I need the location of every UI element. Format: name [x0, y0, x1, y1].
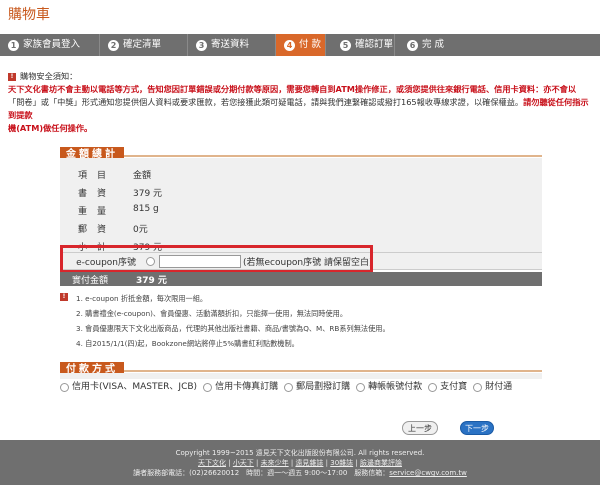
- amount-row: 書資 379 元: [78, 186, 233, 199]
- payment-option-postal[interactable]: 郵局劃撥訂購: [284, 380, 350, 395]
- footer-link[interactable]: 未來少年: [261, 459, 289, 467]
- amount-header-row: 項目 金額: [78, 168, 233, 181]
- note-item: 2. 購書禮金(e-coupon)、會員優惠、活動滿額折扣，只能擇一使用，無法同…: [76, 309, 348, 318]
- footer-copyright: Copyright 1999~2015 遠見天下文化出版股份有限公司. All …: [175, 449, 425, 457]
- warning-icon: !: [60, 293, 68, 301]
- footer-links: 天下文化 | 小天下 | 未來少年 | 遠見雜誌 | 30雜誌 | 臉邊商業評論: [198, 459, 402, 467]
- radio-button[interactable]: [356, 383, 366, 392]
- payment-option-label: 財付通: [485, 382, 513, 392]
- ecoupon-highlight-box: [60, 245, 373, 273]
- radio-button[interactable]: [284, 383, 294, 392]
- paid-value: 379 元: [136, 275, 167, 286]
- coupon-notes: ! 1. e-coupon 折抵金額，每次限用一組。 2. 購書禮金(e-cou…: [60, 291, 542, 351]
- payment-header-bg: [60, 373, 542, 379]
- warning-icon: !: [8, 72, 16, 81]
- amount-key: 郵資: [78, 225, 117, 235]
- step-complete: 6 完 成: [395, 34, 600, 56]
- payment-option-label: 轉帳帳號付款: [368, 382, 423, 392]
- step-label: 完 成: [422, 39, 445, 50]
- paid-label: 實付金額: [72, 275, 109, 286]
- payment-option-label: 信用卡傳真訂購: [215, 382, 279, 392]
- payment-option-credit-card[interactable]: 信用卡(VISA、MASTER、JCB): [60, 380, 197, 395]
- radio-button[interactable]: [473, 383, 483, 392]
- radio-button[interactable]: [203, 383, 213, 392]
- payment-option-tenpay[interactable]: 財付通: [473, 380, 512, 395]
- note-item: 3. 會員優惠限天下文化出版商品，代理的其他出版社書籍、商品/書號為Q、M、RB…: [76, 324, 390, 333]
- footer-link[interactable]: 小天下: [233, 459, 254, 467]
- step-number: 3: [196, 39, 207, 51]
- footer-link[interactable]: 遠見雜誌: [295, 459, 323, 467]
- payment-option-label: 郵局劃撥訂購: [296, 382, 351, 392]
- footer-email-link[interactable]: service@cwgv.com.tw: [389, 469, 467, 477]
- notice-warning-text-4: 機(ATM)做任何操作。: [8, 123, 93, 133]
- step-label: 寄送資料: [211, 39, 250, 50]
- amount-value: 0元: [133, 225, 148, 235]
- column-header-item: 項目: [78, 171, 117, 181]
- step-number: 5: [340, 39, 351, 51]
- step-number: 1: [8, 39, 19, 51]
- footer: Copyright 1999~2015 遠見天下文化出版股份有限公司. All …: [0, 440, 600, 485]
- step-label: 確認訂單: [355, 39, 394, 50]
- section-divider: [60, 370, 542, 372]
- step-number: 4: [284, 39, 295, 51]
- notice-warning-text-2: ，或須您提供往來銀行電話、信用卡資料：亦不會以: [387, 84, 577, 94]
- amount-value: 815 g: [133, 204, 159, 214]
- step-confirm-list: 2 確定清單: [100, 34, 188, 56]
- payment-options: 信用卡(VISA、MASTER、JCB) 信用卡傳真訂購 郵局劃撥訂購 轉帳帳號…: [60, 380, 542, 395]
- footer-service-text: 讀者服務部電話：(02)26620012 時間：週一～週五 9:00～17:00…: [133, 469, 390, 477]
- radio-button[interactable]: [60, 383, 69, 392]
- payment-option-fax[interactable]: 信用卡傳真訂購: [203, 380, 278, 395]
- note-item: 4. 自2015/1/1(四)起，Bookzone網站將停止5%購書紅利點數機制…: [76, 339, 299, 348]
- next-step-button[interactable]: 下一步: [460, 421, 494, 435]
- step-label: 家族會員登入: [23, 39, 81, 50]
- payment-option-transfer[interactable]: 轉帳帳號付款: [356, 380, 422, 395]
- note-item: 1. e-coupon 折抵金額，每次限用一組。: [76, 294, 208, 303]
- radio-button[interactable]: [428, 383, 438, 392]
- amount-value: 379 元: [133, 189, 163, 199]
- step-number: 6: [407, 39, 418, 51]
- step-number: 2: [108, 39, 119, 51]
- amount-summary: 項目 金額 書資 379 元 重量 815 g 郵資 0元 小計 379 元: [60, 158, 542, 253]
- footer-link[interactable]: 天下文化: [198, 459, 226, 467]
- amount-row: 郵資 0元: [78, 222, 233, 235]
- footer-link[interactable]: 臉邊商業評論: [360, 459, 402, 467]
- checkout-steps: 1 家族會員登入 2 確定清單 3 寄送資料 4 付 款 5 確認訂單 6 完 …: [0, 34, 600, 56]
- amount-key: 重量: [78, 207, 117, 217]
- paid-amount-bar: 實付金額 379 元: [60, 272, 542, 286]
- page-title: 購物車: [8, 7, 50, 23]
- payment-option-alipay[interactable]: 支付寶: [428, 380, 467, 395]
- amount-key: 書資: [78, 189, 117, 199]
- notice-body-text: 「問卷」或「中獎」形式通知您提供個人資料或要求匯款，若您接獲此類可疑電話，請與我…: [8, 97, 524, 107]
- footer-service: 讀者服務部電話：(02)26620012 時間：週一～週五 9:00～17:00…: [0, 468, 600, 478]
- step-shipping: 3 寄送資料: [188, 34, 276, 56]
- step-payment: 4 付 款: [276, 34, 326, 56]
- security-notice: ! 購物安全須知： 天下文化書坊不會主動以電話等方式，告知您因訂單錯誤或分期付款…: [8, 70, 593, 135]
- amount-row: 重量 815 g: [78, 204, 233, 217]
- step-label: 確定清單: [123, 39, 162, 50]
- footer-link[interactable]: 30雜誌: [330, 459, 353, 467]
- payment-option-label: 信用卡(VISA、MASTER、JCB): [72, 382, 198, 392]
- step-confirm-order: 5 確認訂單: [326, 34, 395, 56]
- step-login: 1 家族會員登入: [0, 34, 100, 56]
- step-label: 付 款: [299, 39, 322, 50]
- column-header-amount: 金額: [133, 171, 152, 181]
- payment-option-label: 支付寶: [440, 382, 468, 392]
- previous-step-button[interactable]: 上一步: [402, 421, 438, 435]
- notice-warning-text: 天下文化書坊不會主動以電話等方式，告知您因訂單錯誤或分期付款等原因，需要您轉自到…: [8, 84, 388, 94]
- section-divider: [60, 155, 542, 157]
- notice-title: 購物安全須知：: [20, 71, 78, 81]
